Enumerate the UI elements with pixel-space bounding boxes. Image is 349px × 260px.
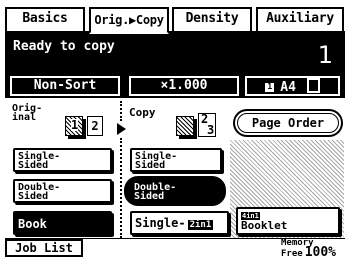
status-panel: Ready to copy 1 Non-Sort ×1.000 1 A4 [5, 33, 345, 98]
page-order-button[interactable]: Page Order [233, 109, 343, 137]
original-double-sided-button[interactable]: Double- Sided [13, 179, 112, 203]
section-divider-lower [120, 138, 122, 238]
copy-double-sided-button[interactable]: Double- Sided [124, 176, 226, 206]
single-2in1-button[interactable]: Single- 2in1 [130, 211, 229, 235]
job-list-button[interactable]: Job List [5, 239, 83, 257]
arrow-icon [117, 123, 126, 135]
copy-count: 1 [317, 41, 333, 69]
copy-single-sided-button[interactable]: Single- Sided [130, 148, 222, 172]
tab-density[interactable]: Density [172, 7, 252, 31]
original-label: Orig- inal [12, 103, 43, 123]
booklet-button[interactable]: 4in1 Booklet [236, 207, 340, 235]
memory-indicator: Memory Free 100% [281, 238, 336, 260]
original-duplex-icon: 1 2 [65, 113, 105, 139]
sort-indicator: Non-Sort [10, 76, 120, 96]
paper-indicator: 1 A4 [245, 76, 340, 96]
copy-duplex-icon: 23 [176, 111, 220, 141]
zoom-indicator: ×1.000 [129, 76, 239, 96]
tab-auxiliary[interactable]: Auxiliary [256, 7, 344, 31]
footer-bar: Job List Memory Free 100% [5, 238, 345, 260]
tab-orig-copy[interactable]: Orig.▶Copy [89, 7, 169, 34]
original-single-sided-button[interactable]: Single- Sided [13, 148, 112, 172]
tab-basics[interactable]: Basics [5, 7, 85, 31]
copy-label: Copy [129, 106, 156, 119]
status-message: Ready to copy [13, 39, 115, 54]
portrait-paper-icon [306, 78, 320, 93]
section-divider [120, 101, 122, 121]
2in1-badge-icon: 2in1 [187, 220, 214, 230]
original-book-button[interactable]: Book [13, 211, 112, 235]
tray-icon: 1 [265, 83, 275, 92]
